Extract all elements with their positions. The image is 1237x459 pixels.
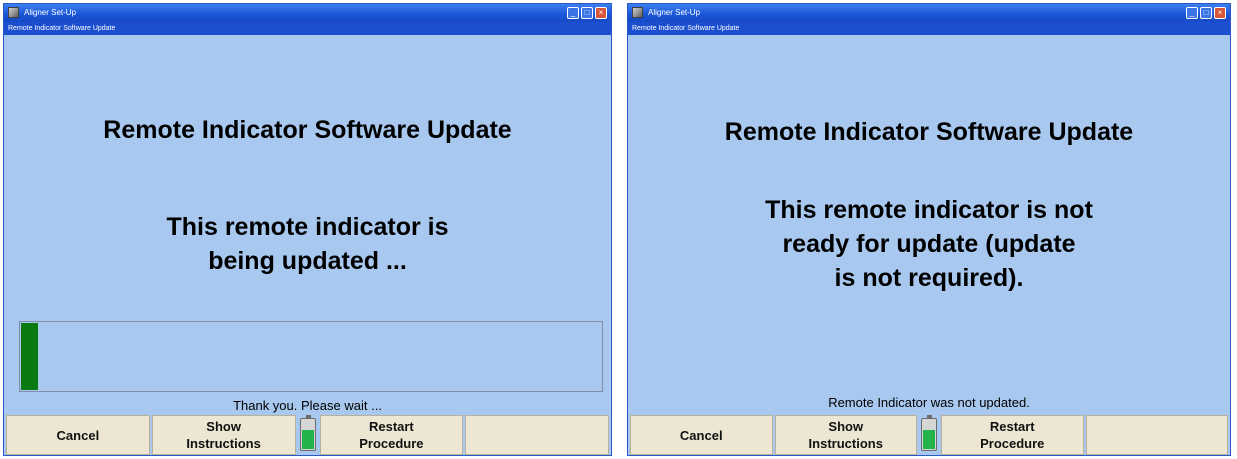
page-title: Remote Indicator Software Update: [724, 118, 1134, 146]
message-line: This remote indicator is: [166, 213, 449, 241]
message-line: being updated ...: [208, 247, 407, 275]
update-in-progress-window: Aligner Set-Up _ □ × Remote Indicator So…: [3, 3, 612, 456]
maximize-icon[interactable]: □: [1200, 7, 1212, 19]
update-progress-bar: [19, 321, 603, 392]
battery-level: [923, 430, 935, 449]
app-icon: [632, 7, 643, 18]
close-icon[interactable]: ×: [595, 7, 607, 19]
restart-procedure-button[interactable]: Restart Procedure: [941, 415, 1084, 455]
maximize-icon[interactable]: □: [581, 7, 593, 19]
battery-indicator: [298, 415, 318, 455]
page-title: Remote Indicator Software Update: [103, 116, 512, 144]
battery-icon: [299, 415, 316, 451]
screen-subtitle: Remote Indicator Software Update: [632, 25, 740, 32]
battery-level: [301, 430, 314, 449]
screen-subtitle-bar: Remote Indicator Software Update: [628, 22, 1230, 35]
battery-indicator: [919, 415, 939, 455]
battery-icon: [921, 415, 937, 451]
cancel-button[interactable]: Cancel: [630, 415, 773, 455]
status-message: This remote indicator is being updated .…: [4, 210, 611, 278]
message-line: is not required).: [834, 264, 1024, 292]
button-bar: Cancel Show Instructions Restart Procedu…: [628, 415, 1230, 455]
title-bar[interactable]: Aligner Set-Up _ □ ×: [628, 4, 1230, 22]
update-not-required-window: Aligner Set-Up _ □ × Remote Indicator So…: [627, 3, 1231, 456]
cancel-button[interactable]: Cancel: [6, 415, 150, 455]
status-message: This remote indicator is not ready for u…: [628, 193, 1230, 295]
close-icon[interactable]: ×: [1214, 7, 1226, 19]
screen-subtitle-bar: Remote Indicator Software Update: [4, 22, 611, 35]
window-title: Aligner Set-Up: [648, 8, 701, 17]
not-updated-status-text: Remote Indicator was not updated.: [828, 395, 1030, 410]
screen-subtitle: Remote Indicator Software Update: [8, 25, 116, 32]
message-line: ready for update (update: [782, 230, 1076, 258]
minimize-icon[interactable]: _: [1186, 7, 1198, 19]
empty-softkey-button[interactable]: [1085, 415, 1228, 455]
button-bar: Cancel Show Instructions Restart Procedu…: [4, 415, 611, 455]
message-line: This remote indicator is not: [765, 196, 1093, 224]
restart-procedure-button[interactable]: Restart Procedure: [319, 415, 464, 455]
show-instructions-button[interactable]: Show Instructions: [774, 415, 917, 455]
progress-fill: [21, 323, 39, 390]
wait-status-text: Thank you. Please wait ...: [233, 398, 382, 413]
window-title: Aligner Set-Up: [24, 8, 77, 17]
empty-softkey-button[interactable]: [465, 415, 609, 455]
minimize-icon[interactable]: _: [567, 7, 579, 19]
app-icon: [8, 7, 19, 18]
show-instructions-button[interactable]: Show Instructions: [151, 415, 296, 455]
title-bar[interactable]: Aligner Set-Up _ □ ×: [4, 4, 611, 22]
